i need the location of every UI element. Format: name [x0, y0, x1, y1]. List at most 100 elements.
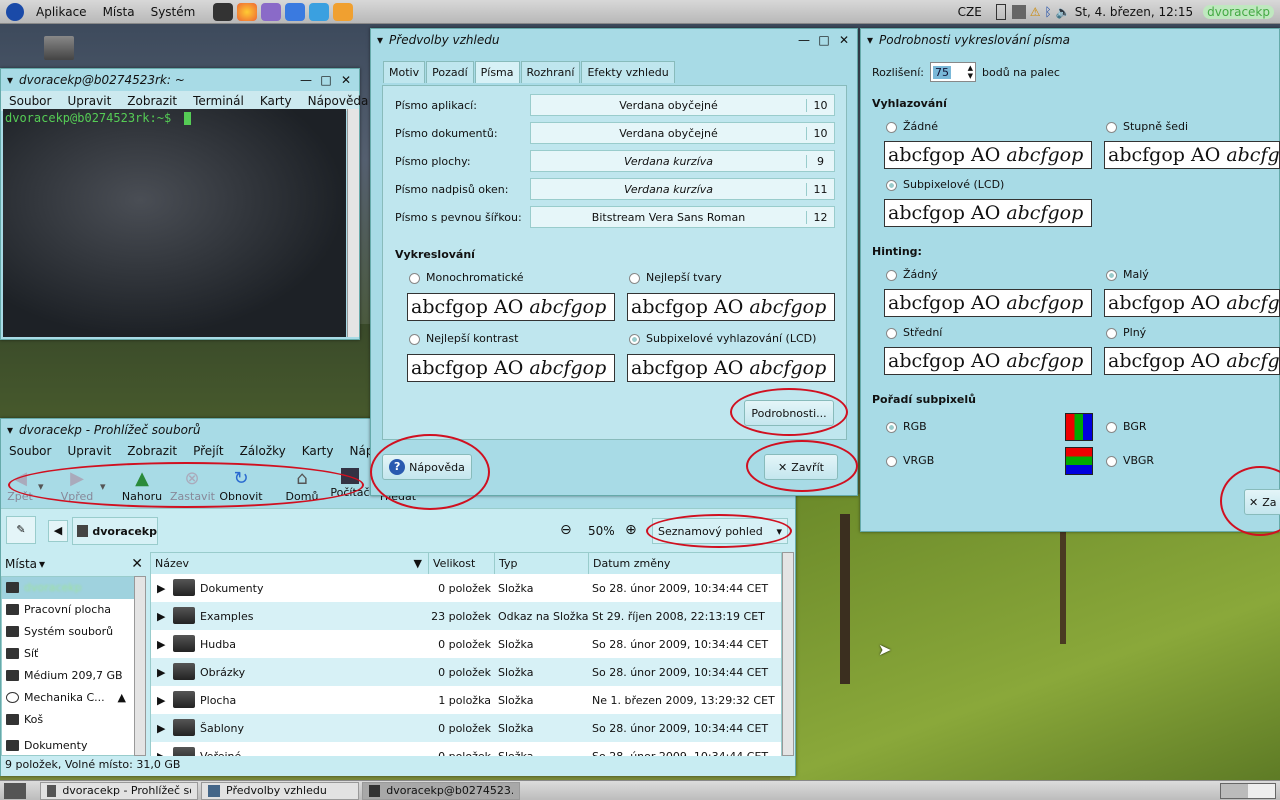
back-history-dropdown[interactable]: ▾ [38, 480, 44, 493]
close-sidebar-icon[interactable]: ✕ [131, 556, 143, 572]
rendering-sample-best-contrast[interactable]: abcfgop AO abcfgop [407, 354, 615, 382]
sidebar-item-trash[interactable]: Koš [2, 709, 136, 731]
radio-button[interactable] [1106, 455, 1117, 467]
font-picker-button[interactable]: Bitstream Vera Sans Roman 12 [530, 206, 835, 228]
maximize-icon[interactable]: □ [319, 73, 333, 87]
smoothing-option-subpixel[interactable]: Subpixelové (LCD) [886, 178, 1004, 191]
details-button[interactable]: Podrobnosti... [744, 400, 834, 426]
close-icon[interactable]: ✕ [837, 33, 851, 47]
calc-launcher-icon[interactable] [309, 2, 330, 21]
subpixel-option-rgb[interactable]: RGB [886, 420, 927, 433]
eject-icon[interactable]: ▲ [118, 687, 126, 709]
menu-help[interactable]: Nápověda [300, 91, 377, 111]
menu-applications[interactable]: Aplikace [28, 5, 95, 19]
appearance-titlebar[interactable]: ▾ Předvolby vzhledu — □ ✕ [371, 29, 857, 51]
menu-go[interactable]: Přejít [185, 441, 231, 463]
subpixel-option-vrgb[interactable]: VRGB [886, 454, 934, 467]
radio-button-selected[interactable] [1106, 269, 1117, 281]
terminal-titlebar[interactable]: ▾ dvoracekp@b0274523rk: ~ — □ ✕ [1, 69, 359, 91]
smoothing-option-grayscale[interactable]: Stupně šedi [1106, 120, 1188, 133]
details-titlebar[interactable]: ▾ Podrobnosti vykreslování písma [861, 29, 1279, 51]
smoothing-sample-none[interactable]: abcfgop AO abcfgop [884, 141, 1092, 169]
subpixel-option-vbgr[interactable]: VBGR [1106, 454, 1154, 467]
radio-button[interactable] [409, 272, 420, 284]
close-icon[interactable]: ✕ [339, 73, 353, 87]
tab-visual-effects[interactable]: Efekty vzhledu [581, 61, 675, 83]
table-row[interactable]: ▶Veřejné0 položekSložkaSo 28. únor 2009,… [151, 742, 781, 756]
expander-icon[interactable]: ▶ [157, 582, 165, 595]
radio-button[interactable] [886, 327, 897, 339]
sidebar-item-documents[interactable]: Dokumenty [2, 735, 136, 755]
path-button[interactable]: dvoracekp [72, 517, 158, 545]
impress-launcher-icon[interactable] [333, 2, 354, 21]
radio-button[interactable] [886, 121, 897, 133]
back-button[interactable]: ◀ Zpět [0, 468, 40, 503]
bluetooth-icon[interactable]: ᛒ [1045, 5, 1052, 19]
writer-launcher-icon[interactable] [285, 2, 306, 21]
hinting-option-medium[interactable]: Střední [886, 326, 942, 339]
font-picker-button[interactable]: Verdana kurzíva 11 [530, 178, 835, 200]
expander-icon[interactable]: ▶ [157, 722, 165, 735]
terminal-launcher-icon[interactable] [213, 2, 234, 21]
expander-icon[interactable]: ▶ [157, 638, 165, 651]
task-terminal[interactable]: dvoracekp@b0274523... [362, 781, 520, 800]
expander-icon[interactable]: ▶ [157, 694, 165, 707]
rendering-option-best-contrast[interactable]: Nejlepší kontrast [409, 332, 518, 345]
column-header-date[interactable]: Datum změny [589, 553, 781, 575]
workspace-switcher[interactable] [1220, 782, 1276, 799]
rendering-option-best-shapes[interactable]: Nejlepší tvary [629, 271, 722, 284]
rendering-sample-best-shapes[interactable]: abcfgop AO abcfgop [627, 293, 835, 321]
table-row[interactable]: ▶ Dokumenty 0 položek Složka So 28. únor 200… [151, 574, 781, 602]
tab-fonts[interactable]: Písma [474, 61, 520, 83]
computer-button[interactable]: Počítač [328, 468, 372, 499]
table-row[interactable]: ▶ Obrázky 0 položek Složka So 28. únor 2009,… [151, 658, 781, 686]
stop-button[interactable]: ⊗ Zastavit [170, 468, 215, 503]
menu-file[interactable]: Soubor [1, 91, 59, 111]
menu-system[interactable]: Systém [143, 5, 204, 19]
expander-icon[interactable]: ▶ [157, 610, 165, 623]
keyboard-layout[interactable]: CZE [958, 5, 982, 19]
distro-logo-icon[interactable] [6, 2, 24, 21]
show-desktop-icon[interactable] [4, 782, 26, 799]
subpixel-option-bgr[interactable]: BGR [1106, 420, 1147, 433]
radio-button-selected[interactable] [886, 421, 897, 433]
radio-button[interactable] [1106, 421, 1117, 433]
radio-button[interactable] [886, 269, 897, 281]
hinting-sample-none[interactable]: abcfgop AO abcfgop [884, 289, 1092, 317]
clock[interactable]: St, 4. březen, 12:15 [1075, 5, 1193, 19]
minimize-icon[interactable]: — [797, 33, 811, 47]
volume-icon[interactable]: 🔈 [1056, 5, 1071, 19]
network-icon[interactable] [1011, 4, 1026, 19]
close-button[interactable]: ✕ Zavřít [764, 454, 838, 480]
terminal-scrollbar[interactable] [347, 109, 359, 337]
up-button[interactable]: ▲ Nahoru [120, 468, 164, 503]
column-header-type[interactable]: Typ [495, 553, 589, 575]
reload-button[interactable]: ↻ Obnovit [218, 468, 264, 503]
sidebar-item-media[interactable]: Médium 209,7 GB [2, 665, 136, 687]
menu-terminal[interactable]: Terminál [185, 91, 252, 111]
sidebar-title[interactable]: Místa [5, 557, 37, 571]
resolution-value[interactable]: 75 [933, 65, 951, 79]
radio-button[interactable] [409, 333, 420, 345]
tab-interface[interactable]: Rozhraní [520, 61, 581, 83]
font-picker-button[interactable]: Verdana obyčejné 10 [530, 122, 835, 144]
task-appearance[interactable]: Předvolby vzhledu [201, 781, 359, 800]
menu-bookmarks[interactable]: Záložky [232, 441, 294, 463]
sidebar-item-cd-drive[interactable]: Mechanika C... ▲ [2, 687, 136, 709]
table-row[interactable]: ▶ Šablony 0 položek Složka So 28. únor 2009,… [151, 714, 781, 742]
menu-view[interactable]: Zobrazit [119, 91, 185, 111]
zoom-in-icon[interactable]: ⊕ [625, 522, 637, 538]
view-mode-select[interactable]: Seznamový pohled ▾ [652, 518, 788, 544]
radio-button-selected[interactable] [886, 179, 897, 191]
path-left-arrow[interactable]: ◀ [48, 520, 68, 542]
tab-theme[interactable]: Motiv [383, 61, 426, 83]
forward-button[interactable]: ▶ Vpřed [55, 468, 99, 503]
hinting-sample-full[interactable]: abcfgop AO abcfgop [1104, 347, 1280, 375]
hinting-sample-medium[interactable]: abcfgop AO abcfgop [884, 347, 1092, 375]
table-row[interactable]: ▶ Plocha 1 položka Složka Ne 1. březen 2009,… [151, 686, 781, 714]
warning-icon[interactable]: ⚠ [1030, 5, 1041, 19]
column-header-name[interactable]: Název ▼ [151, 553, 429, 575]
chevron-down-icon[interactable]: ▾ [39, 557, 45, 571]
hinting-option-none[interactable]: Žádný [886, 268, 938, 281]
rendering-option-subpixel[interactable]: Subpixelové vyhlazování (LCD) [629, 332, 816, 345]
